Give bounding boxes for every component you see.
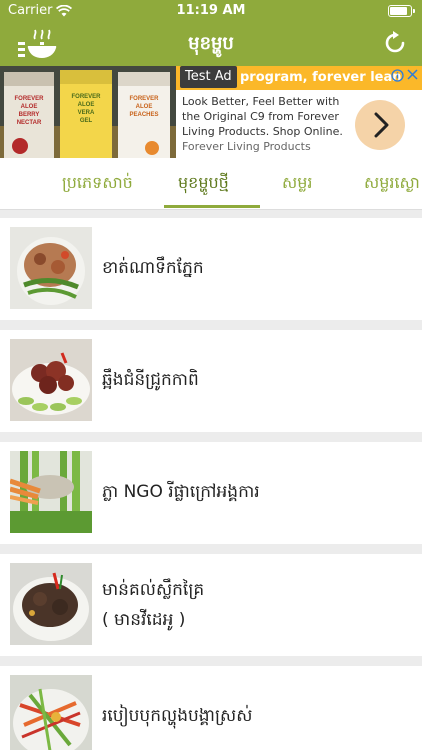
recipe-title: ភ្លា NGO រីផ្លាក្រៅអង្គការ xyxy=(102,482,260,502)
recipe-row[interactable]: របៀបបុកល្ហុងបង្គាស្រស់ xyxy=(0,666,422,750)
recipe-title: ខាត់ណាទឹកភ្នែក xyxy=(102,258,204,278)
ad-info-icon[interactable] xyxy=(391,69,404,82)
recipe-title: របៀបបុកល្ហុងបង្គាស្រស់ xyxy=(102,706,253,726)
refresh-icon[interactable] xyxy=(382,30,408,56)
recipe-title: មាន់គល់ស្លឹកគ្រៃ xyxy=(102,580,205,600)
ad-body-text: Look Better, Feel Better with the Origin… xyxy=(182,95,343,138)
recipe-thumbnail xyxy=(10,563,92,645)
recipe-row[interactable]: ខាត់ណាទឹកភ្នែក xyxy=(0,218,422,320)
battery-fill xyxy=(390,7,407,15)
ad-advertiser: Forever Living Products xyxy=(182,140,311,153)
recipe-thumbnail xyxy=(10,227,92,309)
recipe-thumbnail xyxy=(10,675,92,750)
recipe-thumbnail xyxy=(10,451,92,533)
tab-meat-types[interactable]: ប្រភេទសាច់ xyxy=(62,172,133,196)
recipe-row[interactable]: ភ្លា NGO រីផ្លាក្រៅអង្គការ xyxy=(0,442,422,544)
status-bar: Carrier 11:19 AM xyxy=(0,0,422,22)
page-title: មុខម្ហូប xyxy=(188,33,234,54)
recipe-title: ឆ្អឹងជំនីជ្រូកកាពិ xyxy=(102,370,199,390)
recipe-thumbnail xyxy=(10,339,92,421)
tab-new-dishes[interactable]: មុខម្ហូបថ្មី xyxy=(178,172,229,196)
tab-soups[interactable]: សម្លរ xyxy=(282,172,312,196)
ad-choices[interactable] xyxy=(391,69,418,82)
test-ad-badge: Test Ad xyxy=(180,66,237,88)
active-tab-indicator xyxy=(164,205,260,208)
navigation-bar: មុខម្ហូប xyxy=(0,22,422,66)
battery-icon xyxy=(388,5,415,17)
ad-arrow-button[interactable] xyxy=(355,100,405,150)
recipe-row[interactable]: ឆ្អឹងជំនីជ្រូកកាពិ xyxy=(0,330,422,432)
app-header: Carrier 11:19 AM មុខម្ហូប xyxy=(0,0,422,66)
tab-boiled-soups[interactable]: សម្លរស្ងោ xyxy=(364,172,420,196)
ad-product-image[interactable]: FOREVER ALOE BERRY NECTAR FOREVER ALOE VERA GE… xyxy=(0,66,176,158)
recipe-list: ខាត់ណាទឹកភ្នែក ឆ្អឹងជំនីជ្រូកកាពិ ភ្លា N… xyxy=(0,210,422,750)
recipe-row[interactable]: មាន់គល់ស្លឹកគ្រៃ ( មានវីដេអូ ) xyxy=(0,554,422,656)
ad-close-icon[interactable] xyxy=(407,69,418,80)
status-time: 11:19 AM xyxy=(176,3,246,18)
recipe-subtitle: ( មានវីដេអូ ) xyxy=(102,610,186,630)
category-tabs: ប្រភេទសាច់ មុខម្ហូបថ្មី សម្លរ សម្លរស្ងោ xyxy=(0,158,422,210)
